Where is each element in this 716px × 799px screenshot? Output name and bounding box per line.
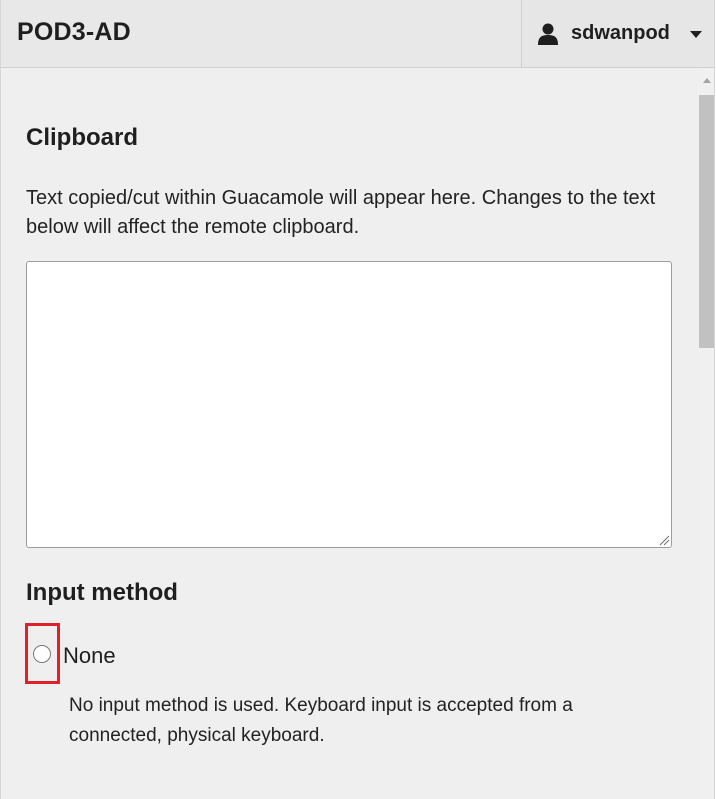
scrollbar-thumb[interactable] bbox=[699, 95, 714, 348]
guacamole-menu-panel: POD3-AD sdwanpod Clipboard Text copied/c… bbox=[0, 0, 715, 799]
clipboard-textarea[interactable] bbox=[26, 261, 672, 548]
user-menu-button[interactable]: sdwanpod bbox=[521, 0, 714, 67]
scroll-up-arrow-icon[interactable] bbox=[703, 78, 711, 83]
vertical-scrollbar[interactable] bbox=[698, 68, 714, 799]
input-method-none-radio[interactable] bbox=[33, 645, 51, 663]
input-method-none-description: No input method is used. Keyboard input … bbox=[69, 695, 573, 746]
caret-down-icon bbox=[690, 31, 702, 38]
connection-title: POD3-AD bbox=[17, 18, 131, 46]
resize-grip-icon[interactable] bbox=[658, 534, 670, 546]
clipboard-section-title: Clipboard bbox=[26, 124, 138, 151]
clipboard-description: Text copied/cut within Guacamole will ap… bbox=[26, 187, 656, 238]
username-label: sdwanpod bbox=[571, 22, 670, 44]
input-method-none-label[interactable]: None bbox=[63, 643, 116, 669]
menu-header: POD3-AD sdwanpod bbox=[1, 0, 714, 68]
user-icon bbox=[538, 23, 558, 45]
input-method-section-title: Input method bbox=[26, 579, 178, 606]
